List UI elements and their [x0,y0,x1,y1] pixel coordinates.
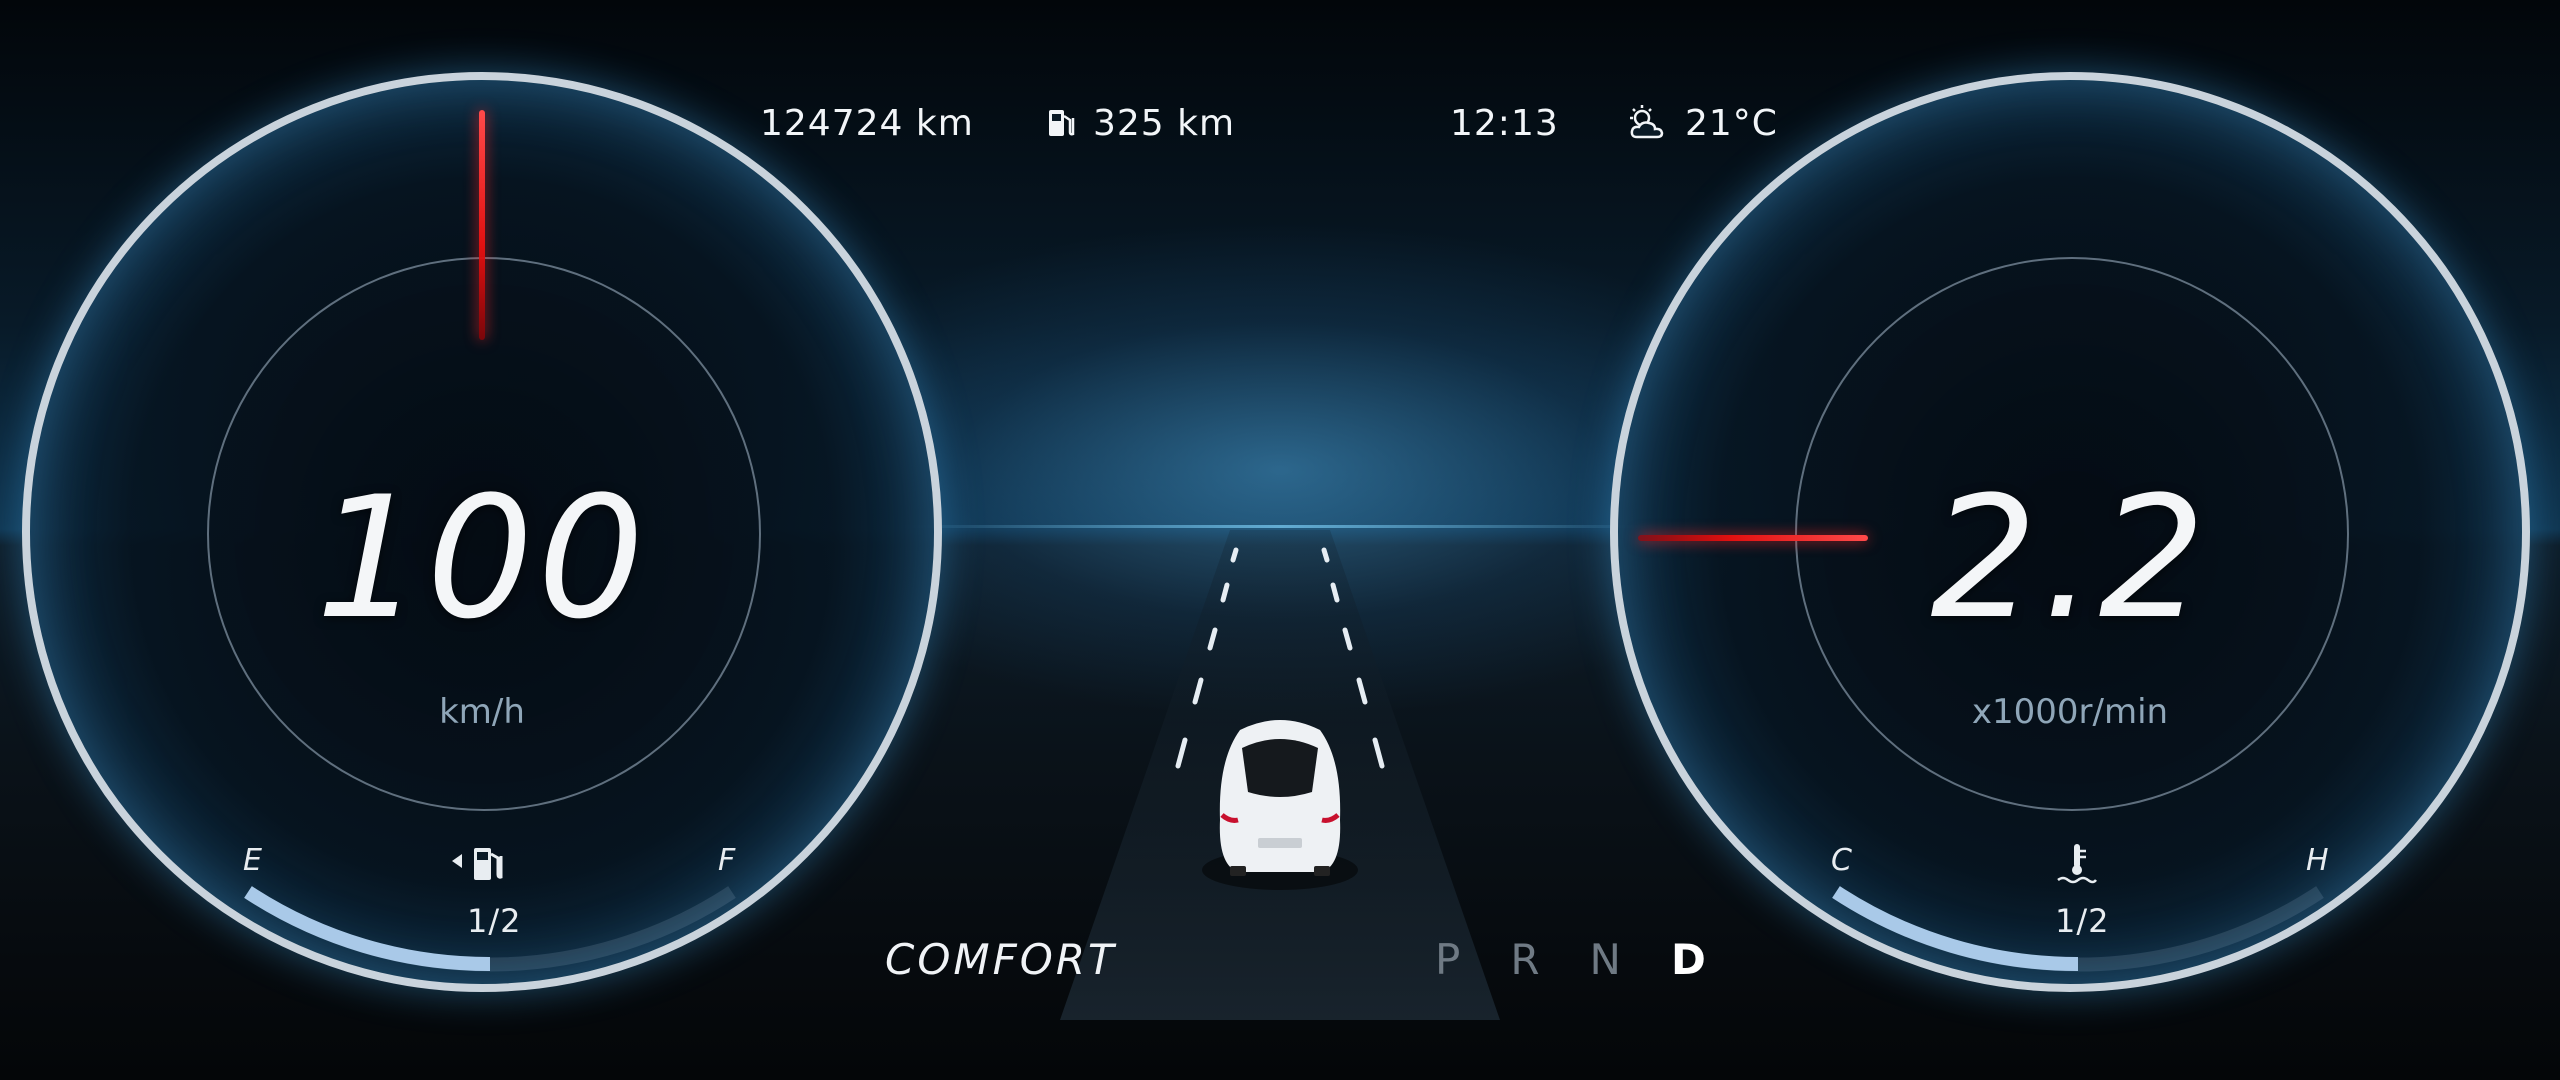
gear-r: R [1510,935,1540,984]
coolant-temp-icon [2054,842,2100,892]
fuel-full-label: F [718,843,736,878]
fuel-level-text: 1/2 [467,902,522,940]
fuel-pump-icon [1045,106,1079,140]
gear-p: P [1435,935,1461,984]
temp-cold-label: C [1831,843,1852,878]
temp-level-text: 1/2 [2055,902,2110,940]
fuel-range-value: 325 km [1093,102,1236,144]
clock: 12:13 [1450,98,1559,148]
left-triangle-icon [450,852,464,874]
gear-selector: P R N D [1435,935,1706,984]
temperature-value: 21°C [1685,102,1778,144]
temp-hot-label: H [2306,843,2329,878]
fuel-pump-icon [470,842,506,890]
clock-value: 12:13 [1450,102,1559,144]
instrument-cluster: 124724 km 325 km 12:13 21°C 100 km/h E F… [0,0,2560,1080]
speed-unit: km/h [439,692,525,732]
speed-value: 100 [315,460,649,656]
speedometer-needle [479,110,485,340]
tachometer: 2.2 x1000r/min C H 1/2 [1610,72,2530,992]
lane-road-view [1060,530,1500,1020]
fuel-range: 325 km [1045,98,1235,148]
partly-cloudy-icon [1625,103,1671,143]
drive-mode-label: COMFORT [885,935,1117,984]
gear-d: D [1670,935,1706,984]
odometer-value: 124724 km [760,102,974,144]
horizon-glow [900,525,1660,528]
speedometer: 100 km/h E F 1/2 [22,72,942,992]
outside-temperature: 21°C [1625,98,1778,148]
gear-n: N [1589,935,1621,984]
rpm-value: 2.2 [1930,460,2210,656]
odometer: 124724 km [760,98,974,148]
rpm-unit: x1000r/min [1971,692,2169,732]
fuel-empty-label: E [243,843,262,878]
